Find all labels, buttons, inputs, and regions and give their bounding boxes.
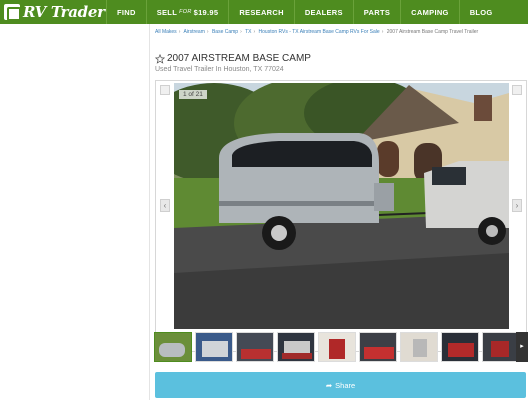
nav-item-find[interactable]: FIND — [106, 0, 146, 24]
nav-label: PARTS — [363, 7, 391, 17]
thumbnail[interactable] — [318, 332, 356, 362]
thumbnail-image — [278, 333, 314, 361]
thumbnail-image — [196, 333, 232, 361]
chevron-right-icon: › — [253, 29, 256, 35]
nav-label: BLOG — [469, 7, 493, 17]
left-sidebar-blank — [0, 24, 150, 400]
nav-item-parts[interactable]: PARTS — [352, 0, 400, 24]
thumbnail[interactable] — [441, 332, 479, 362]
fullscreen-icon[interactable] — [512, 85, 522, 95]
nav-item-dealers[interactable]: DEALERS — [293, 0, 353, 24]
site-logo[interactable]: RV Trader — [0, 0, 106, 24]
nav-item-blog[interactable]: BLOG — [458, 0, 503, 24]
thumbnail-image — [360, 333, 396, 361]
breadcrumb: All Makes › Airstream › Base Camp › TX › Hou… — [155, 29, 478, 35]
breadcrumb-current: 2007 Airstream Base Camp Travel Trailer — [386, 29, 479, 35]
thumbnail[interactable] — [359, 332, 397, 362]
chevron-right-icon[interactable]: › — [512, 199, 522, 212]
listing-main: All Makes › Airstream › Base Camp › TX › Hou… — [151, 24, 528, 400]
nav-price: $19.95 — [193, 7, 219, 17]
breadcrumb-link[interactable]: Houston RVs - TX Airstream Base Camp RVs… — [259, 29, 380, 35]
thumbnail[interactable] — [400, 332, 438, 362]
nav-item-research[interactable]: RESEARCH — [228, 0, 294, 24]
top-navigation: RV Trader FIND SELL FOR $19.95 RESEARCH … — [0, 0, 528, 24]
listing-subtitle: Used Travel Trailer In Houston, TX 77024 — [155, 66, 284, 73]
thumbnail-image — [483, 333, 519, 361]
rv-trader-logo-icon — [4, 4, 21, 21]
thumbnail[interactable] — [195, 332, 233, 362]
chevron-left-icon[interactable]: ‹ — [160, 199, 170, 212]
breadcrumb-link[interactable]: TX — [245, 29, 251, 35]
breadcrumb-link[interactable]: Airstream — [183, 29, 204, 35]
breadcrumb-link[interactable]: Base Camp — [212, 29, 238, 35]
chevron-right-icon: › — [206, 29, 209, 35]
thumbnail-image — [319, 333, 355, 361]
thumbnail[interactable] — [154, 332, 192, 362]
share-icon: ➦ — [325, 380, 333, 390]
share-button[interactable]: ➦ Share — [155, 372, 526, 398]
nav-label: FIND — [117, 7, 136, 17]
share-label: Share — [335, 380, 356, 390]
thumbnail-image — [401, 333, 437, 361]
breadcrumb-link[interactable]: All Makes — [155, 29, 177, 35]
thumbnail-image — [155, 333, 191, 361]
thumbnail[interactable] — [277, 332, 315, 362]
nav-label: DEALERS — [304, 7, 343, 17]
thumbnail-image — [442, 333, 478, 361]
trailer-photo-image — [174, 83, 509, 329]
thumbnail-image — [237, 333, 273, 361]
favorite-star-icon[interactable] — [155, 53, 165, 64]
nav-label: RESEARCH — [239, 7, 284, 17]
page-title: 2007 AIRSTREAM BASE CAMP — [167, 53, 311, 64]
thumbnail-strip — [154, 332, 528, 362]
nav-for-text: FOR — [179, 9, 192, 15]
thumbnail[interactable] — [482, 332, 520, 362]
chevron-right-icon: › — [178, 29, 181, 35]
chevron-right-icon: › — [240, 29, 242, 35]
chevron-right-icon[interactable]: ▸ — [516, 332, 528, 362]
nav-item-sell[interactable]: SELL FOR $19.95 — [145, 0, 229, 24]
photo-counter: 1 of 21 — [179, 90, 207, 99]
logo-text: RV Trader — [23, 3, 105, 21]
photo-gallery: 1 of 21 ‹ › — [155, 80, 527, 352]
nav-label: CAMPING — [411, 7, 449, 17]
nav-item-camping[interactable]: CAMPING — [400, 0, 459, 24]
listing-title-row: 2007 AIRSTREAM BASE CAMP — [155, 53, 311, 64]
nav-label: SELL — [156, 7, 178, 17]
expand-icon[interactable] — [160, 85, 170, 95]
thumbnail[interactable] — [236, 332, 274, 362]
main-photo[interactable]: 1 of 21 — [174, 83, 509, 329]
chevron-right-icon: › — [381, 29, 384, 35]
